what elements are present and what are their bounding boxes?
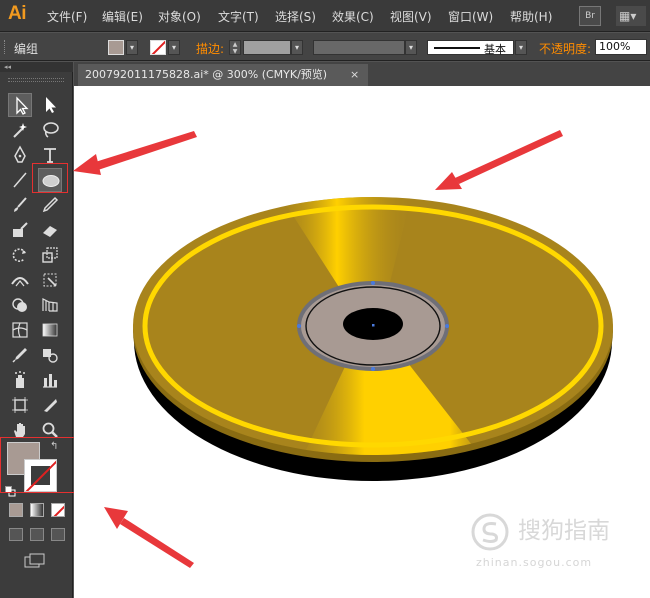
color-mode-button[interactable]	[9, 503, 23, 517]
close-icon[interactable]: ×	[350, 64, 359, 86]
pencil-tool-icon[interactable]	[38, 193, 62, 217]
workspace-switcher-button[interactable]: ▦▾	[616, 6, 646, 26]
paintbrush-tool-icon[interactable]	[8, 193, 32, 217]
perspective-grid-tool-icon[interactable]	[38, 293, 62, 317]
direct-selection-tool-icon[interactable]	[38, 93, 62, 117]
variable-width-dropdown[interactable]: ▾	[405, 40, 417, 55]
menu-window[interactable]: 窗口(W)	[448, 8, 493, 25]
opacity-field[interactable]: 100%	[595, 39, 647, 55]
tools-panel-grip[interactable]	[8, 78, 64, 82]
stroke-weight-spinner[interactable]: ▲ ▼	[229, 40, 241, 55]
anchor-point	[371, 367, 375, 371]
draw-inside-button[interactable]	[51, 528, 65, 541]
column-graph-tool-icon[interactable]	[38, 368, 62, 392]
brush-definition-field[interactable]: 基本	[427, 40, 514, 56]
symbol-sprayer-tool-icon[interactable]	[8, 368, 32, 392]
menu-view[interactable]: 视图(V)	[390, 8, 432, 25]
none-mode-button[interactable]	[51, 503, 65, 517]
gradient-mode-button[interactable]	[30, 503, 44, 517]
draw-behind-button[interactable]	[30, 528, 44, 541]
document-tab[interactable]: 200792011175828.ai* @ 300% (CMYK/预览) ×	[78, 64, 368, 86]
draw-normal-button[interactable]	[9, 528, 23, 541]
variable-width-profile-field[interactable]	[313, 40, 405, 55]
slice-tool-icon[interactable]	[38, 393, 62, 417]
eraser-tool-icon[interactable]	[38, 218, 62, 242]
ellipse-tool-highlight-box	[32, 163, 68, 193]
document-tab-title: 200792011175828.ai* @ 300% (CMYK/预览)	[85, 68, 328, 81]
free-transform-tool-icon[interactable]	[38, 268, 62, 292]
rotate-tool-icon[interactable]	[8, 243, 32, 267]
blend-tool-icon[interactable]	[38, 343, 62, 367]
gradient-tool-icon[interactable]	[38, 318, 62, 342]
menu-file[interactable]: 文件(F)	[47, 8, 87, 25]
eyedropper-tool-icon[interactable]	[8, 343, 32, 367]
illustrator-window: Ai 文件(F) 编辑(E) 对象(O) 文字(T) 选择(S) 效果(C) 视…	[0, 0, 650, 598]
selection-type-label: 编组	[14, 42, 39, 56]
bridge-button[interactable]: Br	[579, 6, 601, 26]
center-point	[372, 324, 375, 327]
brush-dropdown-button[interactable]: ▾	[515, 40, 527, 55]
brush-name-label: 基本	[484, 43, 506, 56]
opacity-label[interactable]: 不透明度:	[539, 40, 591, 57]
brush-stroke-preview	[434, 47, 480, 49]
shape-builder-tool-icon[interactable]	[8, 293, 32, 317]
stroke-weight-field[interactable]	[243, 40, 291, 55]
artboard-tool-icon[interactable]	[8, 393, 32, 417]
menu-select[interactable]: 选择(S)	[275, 8, 316, 25]
document-tab-bar: 200792011175828.ai* @ 300% (CMYK/预览) ×	[74, 62, 650, 86]
control-bar-grip[interactable]	[4, 40, 7, 54]
menu-help[interactable]: 帮助(H)	[510, 8, 552, 25]
fill-stroke-highlight-box	[0, 437, 82, 493]
menu-object[interactable]: 对象(O)	[158, 8, 201, 25]
width-tool-icon[interactable]	[8, 268, 32, 292]
menu-bar: Ai 文件(F) 编辑(E) 对象(O) 文字(T) 选择(S) 效果(C) 视…	[0, 0, 650, 32]
mesh-tool-icon[interactable]	[8, 318, 32, 342]
menu-edit[interactable]: 编辑(E)	[102, 8, 143, 25]
pen-tool-icon[interactable]	[8, 143, 32, 167]
watermark-name: 搜狗指南	[518, 518, 610, 544]
watermark-url: zhinan.sogou.com	[476, 556, 593, 569]
anchor-point	[371, 281, 375, 285]
change-screen-mode-icon[interactable]	[24, 553, 46, 568]
artboard-canvas[interactable]: 搜狗指南 zhinan.sogou.com	[74, 86, 650, 598]
stroke-color-swatch[interactable]	[150, 40, 166, 55]
scale-tool-icon[interactable]	[38, 243, 62, 267]
menu-type[interactable]: 文字(T)	[218, 8, 259, 25]
stroke-weight-dropdown[interactable]: ▾	[291, 40, 303, 55]
blob-brush-tool-icon[interactable]	[8, 218, 32, 242]
menu-effect[interactable]: 效果(C)	[332, 8, 374, 25]
tools-collapse-button[interactable]: ◂◂	[0, 62, 73, 72]
selection-tool-icon[interactable]	[8, 93, 32, 117]
line-segment-tool-icon[interactable]	[8, 168, 32, 192]
magic-wand-tool-icon[interactable]	[8, 118, 32, 142]
anchor-point	[445, 324, 449, 328]
fill-dropdown-button[interactable]: ▾	[126, 40, 138, 55]
illustrator-logo: Ai	[8, 3, 27, 24]
stroke-weight-label[interactable]: 描边:	[196, 40, 224, 57]
fill-color-swatch[interactable]	[108, 40, 124, 55]
anchor-point	[297, 324, 301, 328]
control-bar: 编组 ▾ ▾ 描边: ▲ ▼ ▾ ▾ 基本 ▾ 不透明度: 100%	[0, 33, 650, 61]
sogou-logo-icon	[471, 513, 509, 551]
lasso-tool-icon[interactable]	[38, 118, 62, 142]
stroke-dropdown-button[interactable]: ▾	[168, 40, 180, 55]
